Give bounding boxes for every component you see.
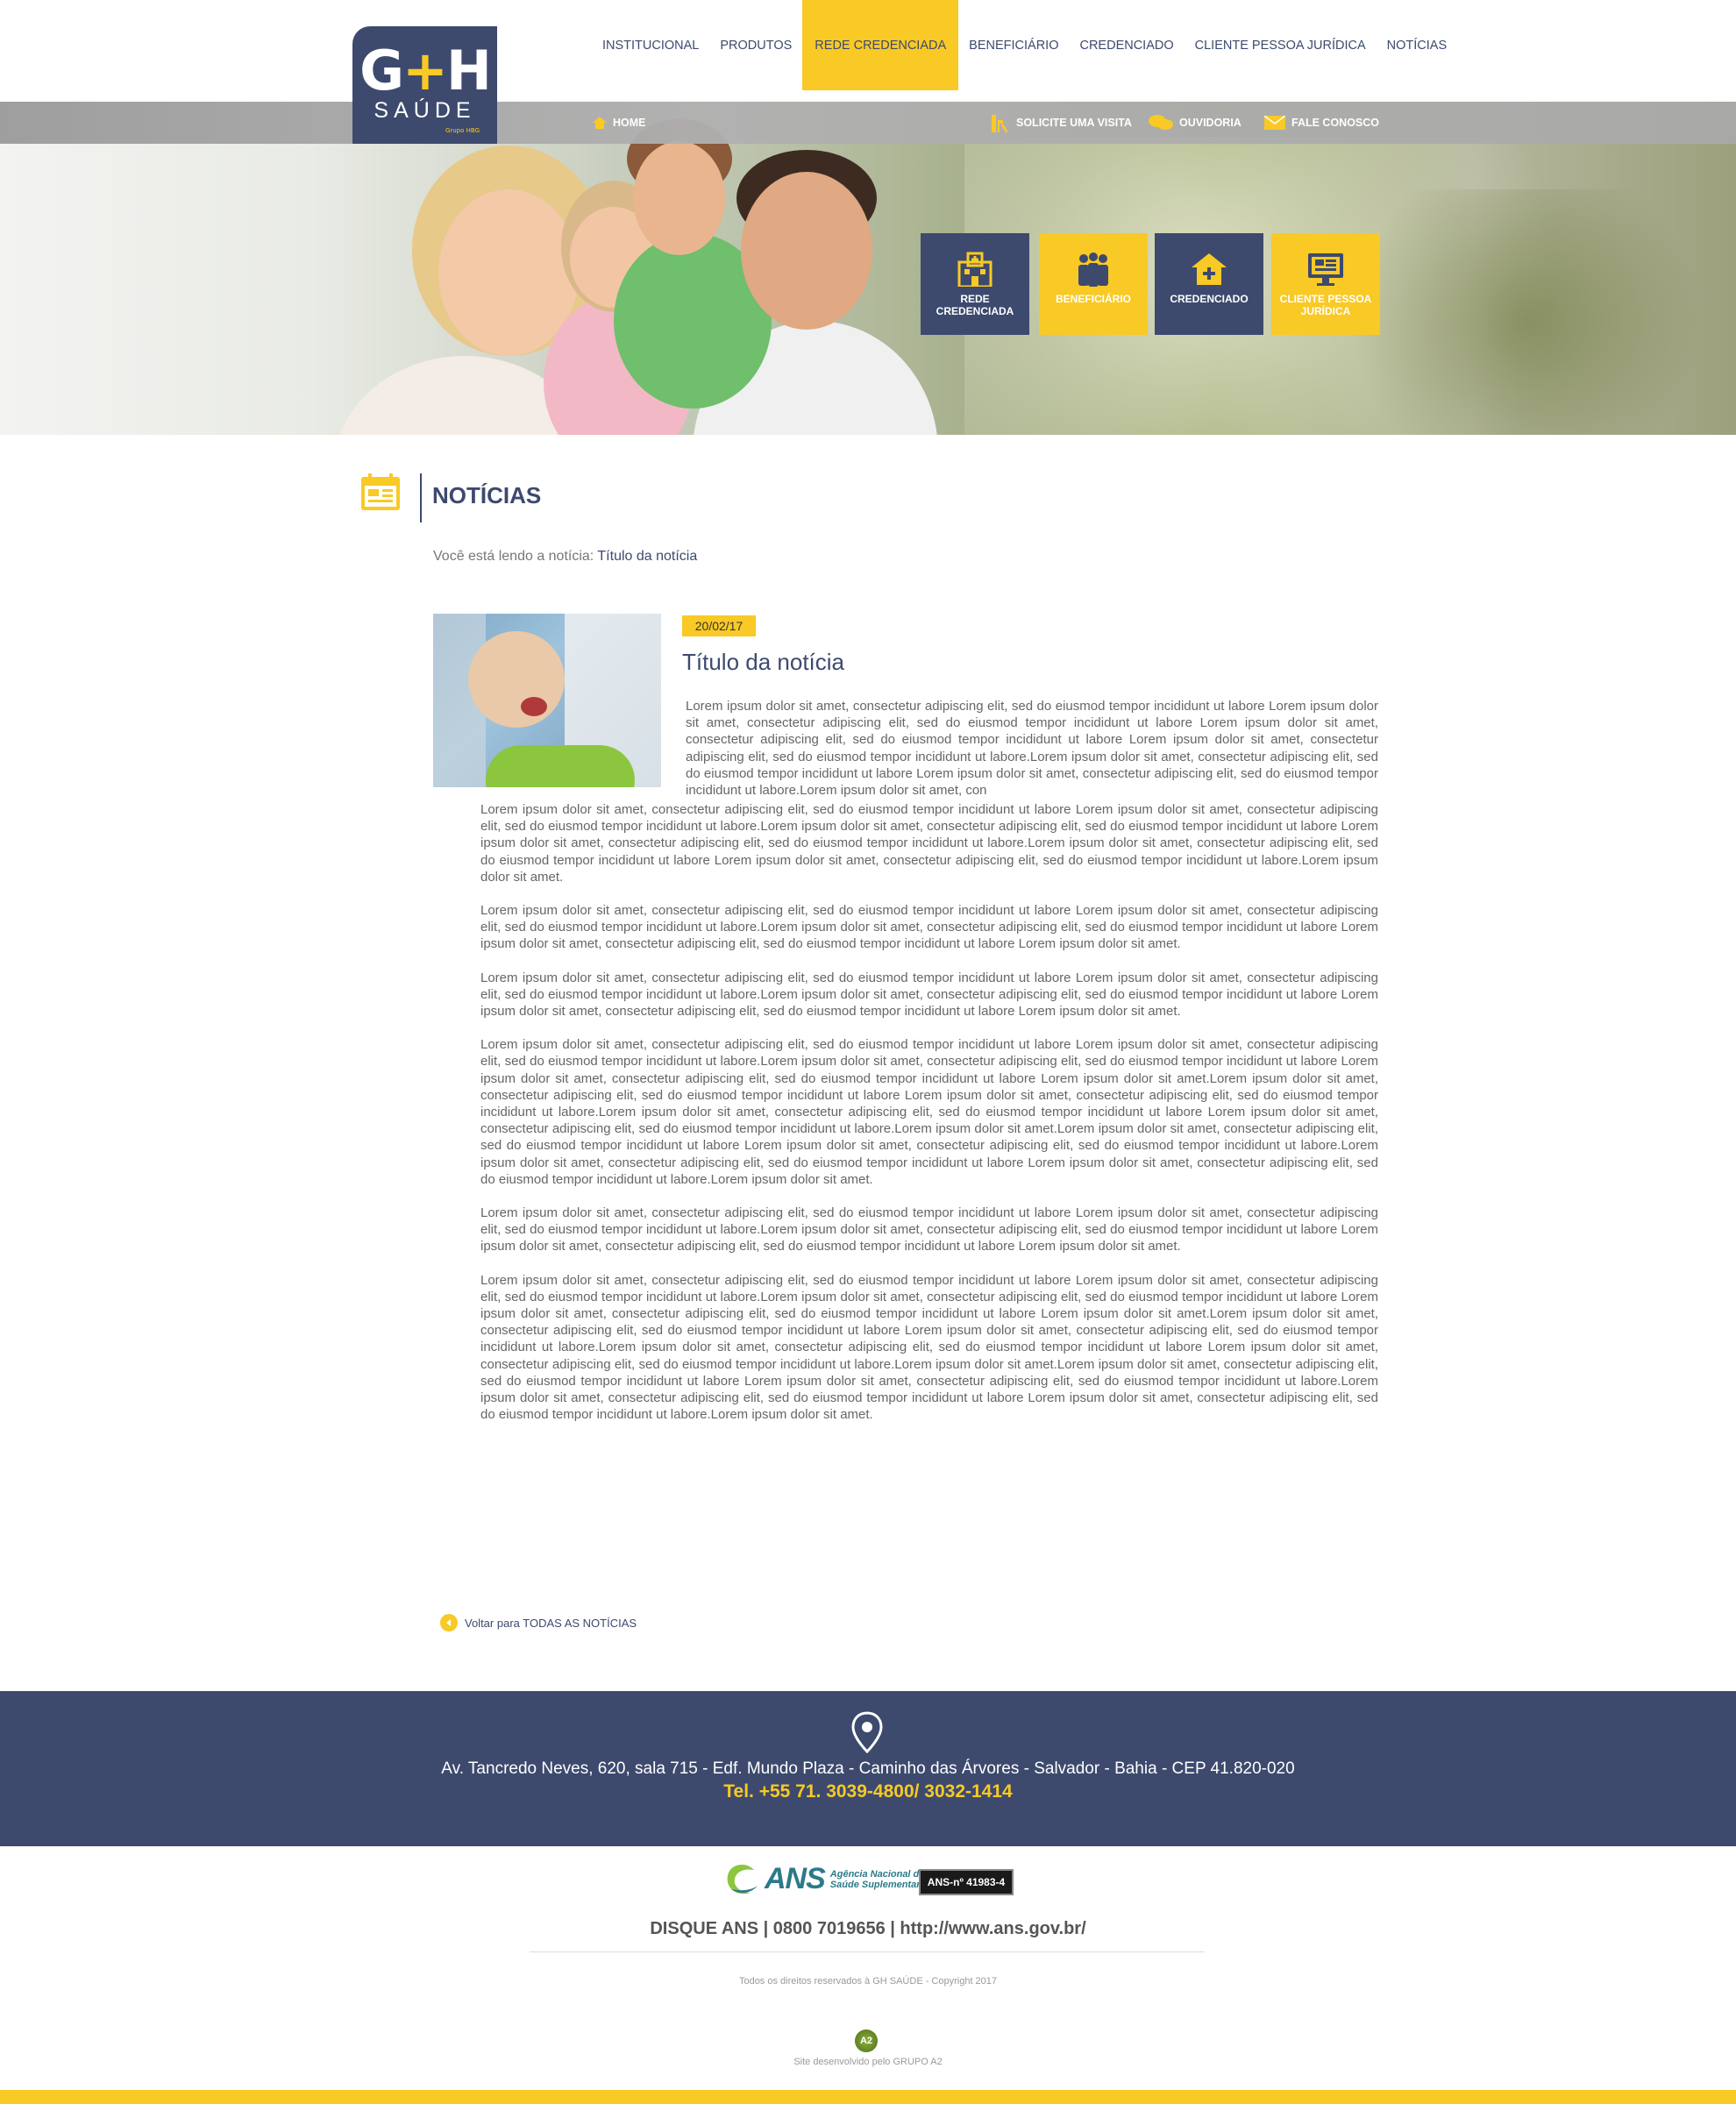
section-title: NOTÍCIAS — [432, 482, 542, 508]
logo-mark: G+H — [359, 39, 492, 103]
home-label: HOME — [613, 117, 646, 129]
hero-banner — [0, 102, 1736, 435]
bottom-accent-bar — [0, 2090, 1736, 2104]
back-arrow-icon — [440, 1614, 458, 1631]
article-date: 20/02/17 — [682, 615, 756, 636]
developer-credit: Site desenvolvido pelo GRUPO A2 — [793, 2057, 943, 2067]
home-icon — [593, 117, 607, 129]
ouvidoria-link[interactable]: OUVIDORIA — [1149, 114, 1242, 132]
copyright: Todos os direitos reservados à GH SAÚDE … — [738, 1976, 998, 1987]
contact-link[interactable]: FALE CONOSCO — [1264, 114, 1379, 132]
tile-label: CLIENTE PESSOA JURÍDICA — [1279, 293, 1372, 317]
visit-link[interactable]: SOLICITE UMA VISITA — [989, 114, 1132, 132]
ans-swoosh-icon — [727, 1864, 758, 1894]
nav-cliente-pessoa-juridica[interactable]: CLIENTE PESSOA JURÍDICA — [1185, 0, 1377, 90]
house-plus-icon — [1190, 247, 1228, 291]
people-icon — [1074, 247, 1113, 291]
tile-cliente-pessoa-juridica[interactable]: CLIENTE PESSOA JURÍDICA — [1271, 233, 1380, 335]
breadcrumb-prefix: Você está lendo a notícia: — [433, 549, 594, 564]
calendar-icon — [359, 473, 402, 515]
family-photo-part — [633, 141, 725, 255]
article-image — [433, 614, 661, 787]
tile-rede-credenciada[interactable]: REDE CREDENCIADA — [921, 233, 1029, 335]
breadcrumb: Você está lendo a notícia: Título da not… — [433, 549, 697, 565]
article-paragraph: Lorem ipsum dolor sit amet, consectetur … — [480, 802, 1378, 885]
back-to-news-link[interactable]: Voltar para TODAS AS NOTÍCIAS — [440, 1614, 637, 1631]
chat-bubbles-icon — [1149, 115, 1173, 130]
tile-label: CREDENCIADO — [1170, 293, 1249, 305]
map-pin-icon — [850, 1711, 884, 1757]
nav-noticias[interactable]: NOTÍCIAS — [1377, 0, 1457, 90]
disque-ans: DISQUE ANS | 0800 7019656 | http://www.a… — [650, 1919, 1086, 1938]
ans-logo-text: ANS — [765, 1862, 826, 1895]
logo[interactable]: G+H SAÚDE Grupo HBG — [352, 26, 497, 144]
ouvidoria-label: OUVIDORIA — [1179, 117, 1242, 129]
contact-label: FALE CONOSCO — [1291, 117, 1380, 129]
developer-logo[interactable]: A2 — [855, 2029, 878, 2052]
footer-divider — [530, 1951, 1205, 1952]
back-link-label: Voltar para TODAS AS NOTÍCIAS — [465, 1616, 637, 1630]
footer-phone: Tel. +55 71. 3039-4800/ 3032-1414 — [723, 1781, 1013, 1802]
article-paragraph: Lorem ipsum dolor sit amet, consectetur … — [480, 1272, 1378, 1423]
ans-registration-badge: ANS-nº 41983-4 — [919, 1869, 1014, 1895]
family-photo-part — [741, 172, 872, 330]
tile-label: REDE CREDENCIADA — [936, 293, 1014, 317]
article-title: Título da notícia — [682, 649, 844, 675]
hospital-icon — [956, 247, 994, 291]
nav-beneficiario[interactable]: BENEFICIÁRIO — [958, 0, 1069, 90]
logo-subtitle: SAÚDE — [374, 98, 476, 123]
secondary-bar — [0, 102, 1736, 144]
ans-logo-sub: Agência Nacional de Saúde Suplementar — [829, 1868, 925, 1890]
article-body: Lorem ipsum dolor sit amet, consectetur … — [480, 801, 1378, 1440]
logo-group: Grupo HBG — [445, 127, 480, 134]
article-paragraph: Lorem ipsum dolor sit amet, consectetur … — [480, 1205, 1378, 1255]
article-paragraph: Lorem ipsum dolor sit amet, consectetur … — [480, 903, 1378, 952]
article-paragraph: Lorem ipsum dolor sit amet, consectetur … — [480, 970, 1378, 1020]
nav-rede-credenciada[interactable]: REDE CREDENCIADA — [802, 0, 959, 90]
monitor-icon — [1306, 247, 1345, 291]
home-link[interactable]: HOME — [593, 114, 646, 132]
nav-institucional[interactable]: INSTITUCIONAL — [592, 0, 709, 90]
envelope-icon — [1264, 116, 1285, 130]
nav-produtos[interactable]: PRODUTOS — [709, 0, 802, 90]
breadcrumb-current[interactable]: Título da notícia — [597, 549, 697, 564]
nav-credenciado[interactable]: CREDENCIADO — [1069, 0, 1184, 90]
tile-label: BENEFICIÁRIO — [1055, 293, 1131, 305]
tile-credenciado[interactable]: CREDENCIADO — [1155, 233, 1263, 335]
footer-address: Av. Tancredo Neves, 620, sala 715 - Edf.… — [441, 1759, 1295, 1778]
main-nav: INSTITUCIONAL PRODUTOS REDE CREDENCIADA … — [592, 0, 1457, 90]
section-divider — [420, 473, 422, 522]
tile-beneficiario[interactable]: BENEFICIÁRIO — [1039, 233, 1148, 335]
visit-label: SOLICITE UMA VISITA — [1016, 117, 1132, 129]
walking-person-icon — [992, 115, 1008, 132]
ans-logo[interactable]: ANS Agência Nacional de Saúde Suplementar — [724, 1862, 924, 1896]
article-paragraph: Lorem ipsum dolor sit amet, consectetur … — [686, 699, 1378, 799]
article-paragraph: Lorem ipsum dolor sit amet, consectetur … — [480, 1037, 1378, 1187]
